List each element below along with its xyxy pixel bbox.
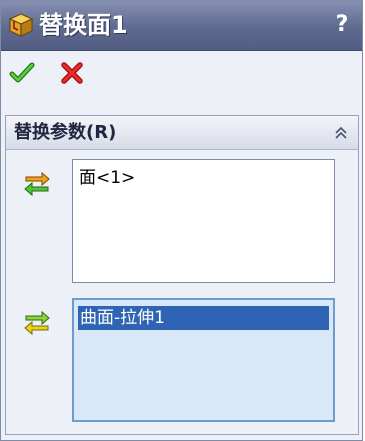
group-title: 替换参数(R): [14, 122, 117, 143]
replacement-faces-list[interactable]: 曲面-拉伸1: [72, 298, 335, 422]
replace-with-faces-icon: [24, 310, 50, 336]
replace-target-faces-icon: [24, 171, 50, 197]
cancel-x-icon[interactable]: [59, 60, 85, 86]
double-chevron-up-icon[interactable]: [332, 124, 350, 142]
panel-title: 替换面1: [39, 11, 128, 39]
target-faces-list[interactable]: 面<1>: [72, 159, 335, 283]
ok-check-icon[interactable]: [9, 60, 35, 86]
replace-parameters-group: 替换参数(R) 面<1> 曲面-拉伸1: [5, 115, 359, 435]
title-bar: 替换面1 ?: [1, 1, 362, 51]
help-button[interactable]: ?: [332, 12, 352, 38]
feature-cube-icon: [8, 13, 34, 37]
group-header[interactable]: 替换参数(R): [6, 116, 358, 150]
property-manager-panel: 替换面1 ? 替换参数(R) 面<1> 曲面-拉伸1: [0, 0, 363, 441]
list-item-selected[interactable]: 曲面-拉伸1: [78, 306, 329, 330]
confirm-toolbar: [1, 57, 362, 91]
list-item[interactable]: 面<1>: [77, 166, 135, 190]
